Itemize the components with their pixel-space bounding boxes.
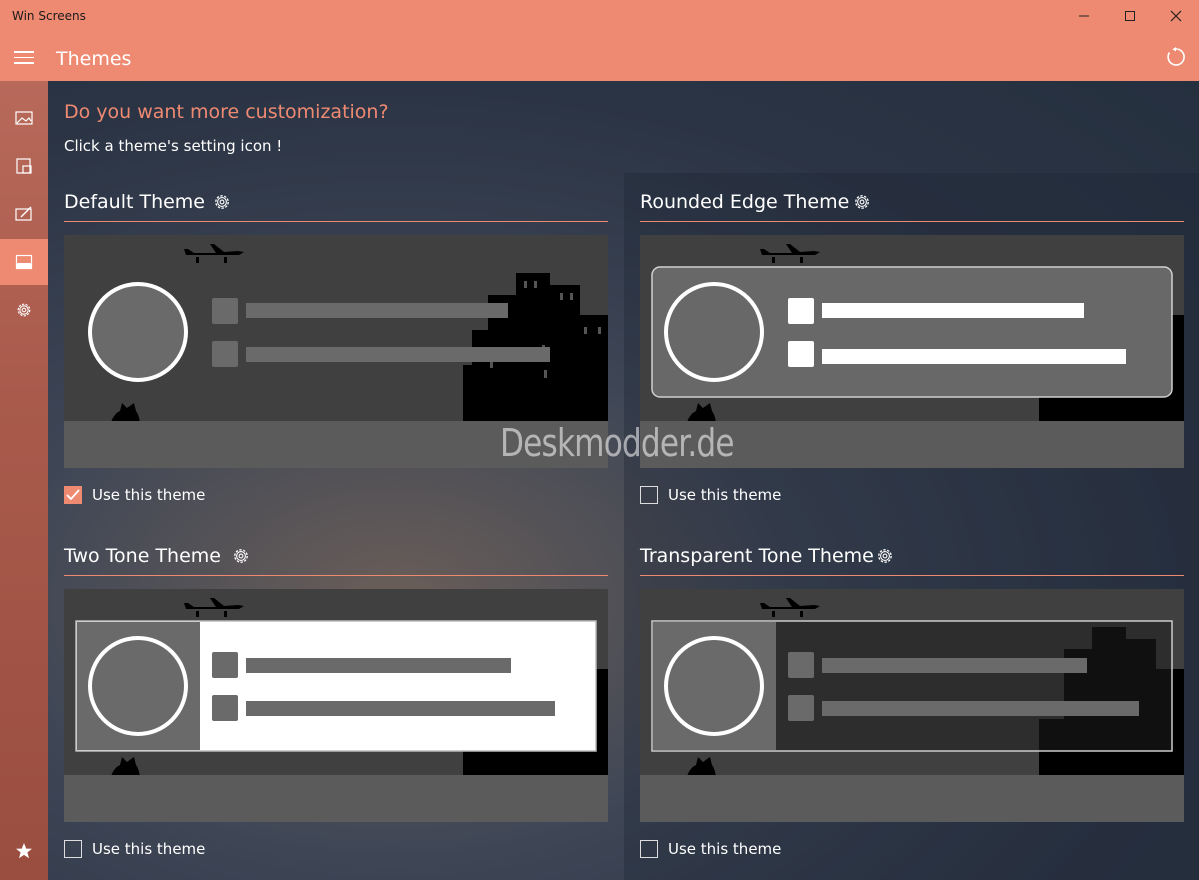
window-title: Win Screens [12, 9, 86, 23]
ground-strip [64, 775, 608, 822]
minimize-icon [1079, 15, 1089, 17]
sidebar-item-themes[interactable] [0, 239, 48, 285]
gear-icon[interactable] [876, 547, 894, 565]
use-theme-checkbox[interactable]: Use this theme [640, 838, 781, 860]
close-button[interactable] [1153, 0, 1199, 32]
maximize-icon [1125, 11, 1135, 21]
gear-icon[interactable] [232, 547, 250, 565]
hamburger-icon[interactable] [14, 51, 34, 68]
theme-card-header: Rounded Edge Theme [640, 181, 1184, 222]
app-bar: Themes [0, 32, 1199, 81]
gear-icon[interactable] [213, 193, 231, 211]
theme-name: Default Theme [64, 191, 205, 213]
ground-strip [640, 775, 1184, 822]
use-theme-label: Use this theme [668, 486, 782, 504]
customization-subheading: Click a theme's setting icon ! [64, 137, 283, 155]
theme-card-transparent-tone: Transparent Tone Theme Use this theme [640, 535, 1184, 858]
checkbox-box[interactable] [64, 486, 82, 504]
sidebar-item-favorites[interactable] [0, 828, 48, 874]
use-theme-checkbox[interactable]: Use this theme [64, 484, 205, 506]
theme-card-rounded-edge: Rounded Edge Theme Use this theme [640, 181, 1184, 504]
refresh-icon[interactable] [1165, 46, 1187, 68]
themes-icon [15, 254, 33, 270]
image-icon [15, 111, 33, 125]
use-theme-checkbox[interactable]: Use this theme [64, 838, 205, 860]
sidebar-item-screens[interactable] [0, 143, 48, 189]
use-theme-checkbox[interactable]: Use this theme [640, 484, 781, 506]
theme-name: Rounded Edge Theme [640, 191, 850, 213]
checkbox-box[interactable] [640, 840, 658, 858]
use-theme-label: Use this theme [92, 840, 206, 858]
theme-preview [64, 589, 608, 822]
theme-card-default: Default Theme Use this theme [64, 181, 608, 504]
theme-preview [640, 589, 1184, 822]
gear-icon[interactable] [853, 193, 871, 211]
theme-name: Transparent Tone Theme [640, 545, 874, 567]
sidebar-item-edit[interactable] [0, 191, 48, 237]
maximize-button[interactable] [1107, 0, 1153, 32]
star-icon [16, 843, 32, 859]
settings-icon [17, 303, 31, 317]
use-theme-label: Use this theme [668, 840, 782, 858]
theme-card-header: Default Theme [64, 181, 608, 222]
theme-name: Two Tone Theme [64, 545, 221, 567]
theme-card-two-tone: Two Tone Theme Use this theme [64, 535, 608, 858]
sidebar-item-images[interactable] [0, 95, 48, 141]
theme-card-header: Two Tone Theme [64, 535, 608, 576]
sidebar-item-settings[interactable] [0, 287, 48, 333]
checkbox-box[interactable] [64, 840, 82, 858]
sidebar [0, 81, 48, 880]
edit-icon [15, 206, 32, 221]
minimize-button[interactable] [1061, 0, 1107, 32]
title-bar: Win Screens [0, 0, 1199, 32]
checkbox-box[interactable] [640, 486, 658, 504]
theme-card-header: Transparent Tone Theme [640, 535, 1184, 576]
main-content: Do you want more customization? Click a … [48, 81, 1199, 880]
customization-heading: Do you want more customization? [64, 101, 389, 123]
page-title: Themes [56, 48, 132, 70]
watermark: Deskmodder.de [500, 421, 735, 465]
screens-icon [16, 158, 32, 174]
close-icon [1170, 10, 1182, 22]
use-theme-label: Use this theme [92, 486, 206, 504]
checkmark-icon [66, 489, 80, 501]
